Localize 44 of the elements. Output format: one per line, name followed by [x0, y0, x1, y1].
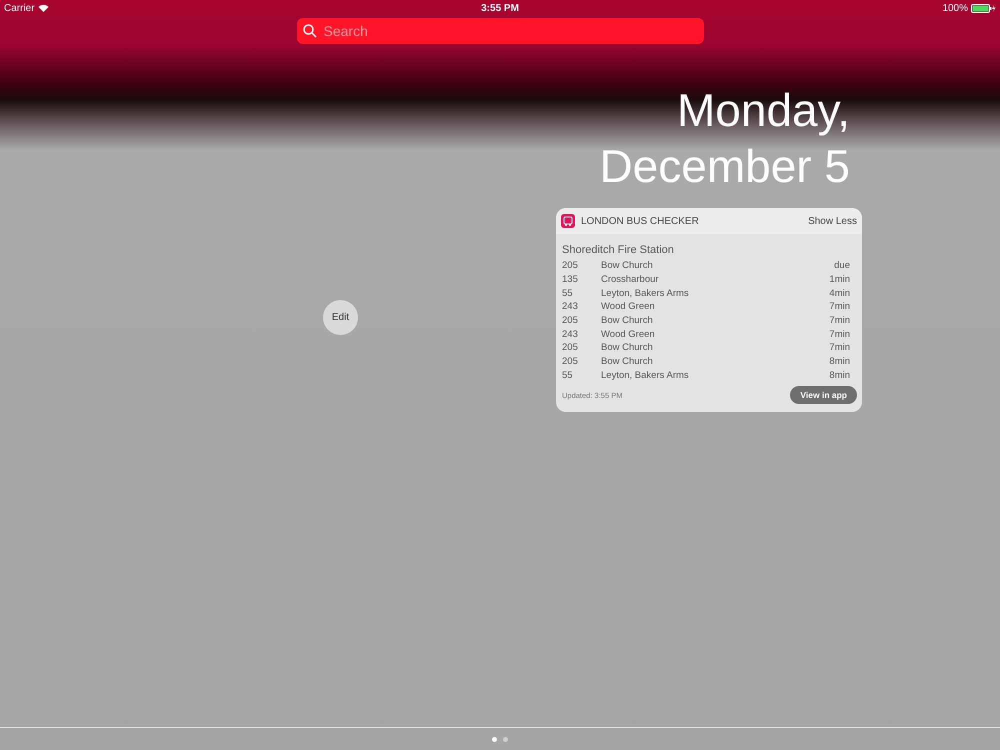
arrival-time: 8min	[829, 356, 850, 368]
route-number: 205	[562, 342, 579, 354]
page-dot[interactable]	[492, 736, 497, 742]
arrival-time: 7min	[829, 315, 850, 326]
route-number: 243	[562, 328, 579, 340]
destination-text: Leyton, Bakers Arms	[601, 288, 690, 299]
search-icon	[302, 24, 316, 38]
date-text: December 5	[598, 139, 850, 194]
app-name: LONDON BUS CHECKER	[581, 216, 700, 226]
arrival-time: due	[834, 260, 850, 272]
destination-text: Leyton, Bakers Arms	[601, 370, 690, 381]
destination-text: Bow Church	[601, 315, 654, 326]
arrival-time: 1min	[829, 274, 850, 286]
arrival-time: 7min	[829, 328, 850, 340]
edit-button[interactable]: Edit	[323, 300, 358, 335]
wifi-icon	[38, 4, 49, 12]
route-number: 243	[562, 301, 579, 312]
arrival-time: 7min	[829, 301, 850, 312]
route-number: 135	[562, 274, 579, 286]
view-in-app-button[interactable]: View in app	[790, 386, 857, 404]
destination-text: Bow Church	[601, 342, 654, 354]
destination-text: Bow Church	[601, 260, 654, 272]
destination-text: Crossharbour	[601, 274, 660, 286]
search-field[interactable]: Search	[296, 18, 704, 44]
arrival-time: 7min	[829, 342, 850, 354]
page-dot[interactable]	[503, 736, 508, 742]
destination-text: Bow Church	[601, 356, 654, 368]
clock-time: 3:55 PM	[481, 2, 519, 14]
weekday-text: Monday,	[676, 83, 850, 138]
route-number: 55	[562, 288, 574, 299]
arrival-time: 4min	[829, 288, 850, 299]
show-less-button[interactable]: Show Less	[808, 216, 857, 226]
route-number: 205	[562, 356, 579, 368]
bus-icon	[561, 214, 575, 228]
carrier-name: Carrier	[4, 2, 35, 14]
route-number: 55	[562, 370, 574, 381]
stop-name: Shoreditch Fire Station	[562, 244, 675, 256]
destination-text: Wood Green	[601, 328, 656, 340]
destination-text: Wood Green	[601, 301, 656, 312]
battery-icon	[971, 4, 996, 12]
battery-percentage: 100%	[942, 2, 968, 14]
route-number: 205	[562, 260, 579, 272]
route-number: 205	[562, 315, 579, 326]
arrival-time: 8min	[829, 370, 850, 381]
